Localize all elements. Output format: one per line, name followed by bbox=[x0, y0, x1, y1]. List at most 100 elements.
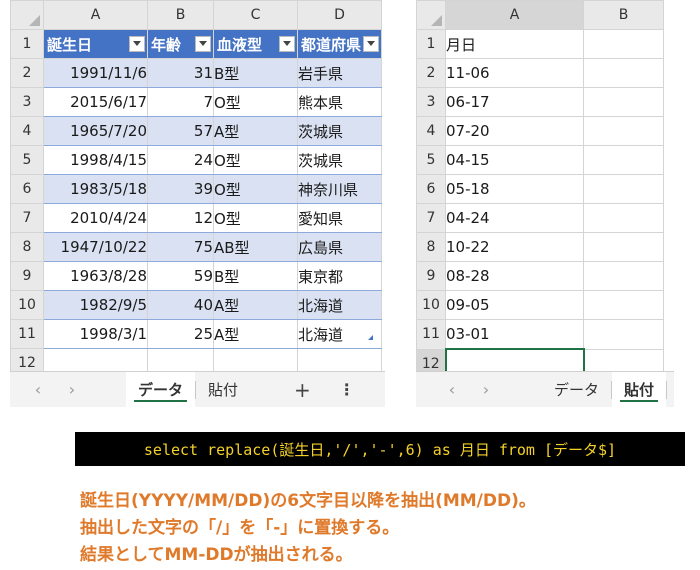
birthday-cell[interactable]: 1982/9/5 bbox=[43, 290, 148, 320]
birthday-cell[interactable]: 1963/8/28 bbox=[43, 261, 148, 291]
select-all-corner[interactable] bbox=[416, 0, 446, 30]
birthday-cell[interactable]: 2010/4/24 bbox=[43, 203, 148, 233]
column-header-d[interactable]: D bbox=[296, 0, 383, 30]
month-day-cell[interactable]: 05-18 bbox=[445, 174, 584, 204]
row-header[interactable]: 9 bbox=[10, 261, 44, 291]
select-all-corner[interactable] bbox=[10, 0, 44, 30]
row-header[interactable]: 7 bbox=[416, 203, 446, 233]
table-header-cell[interactable]: 誕生日 bbox=[43, 29, 148, 59]
row-header[interactable]: 5 bbox=[416, 145, 446, 175]
row-header[interactable]: 2 bbox=[416, 58, 446, 88]
chevron-left-icon[interactable]: ‹ bbox=[28, 380, 48, 399]
blood-type-cell[interactable]: B型 bbox=[213, 261, 298, 291]
row-header[interactable]: 11 bbox=[10, 319, 44, 349]
chevron-left-icon[interactable]: ‹ bbox=[442, 380, 462, 399]
birthday-cell[interactable]: 1965/7/20 bbox=[43, 116, 148, 146]
column-header-a[interactable]: A bbox=[43, 0, 148, 30]
blood-type-cell[interactable]: AB型 bbox=[213, 232, 298, 262]
table-header-cell[interactable]: 血液型 bbox=[213, 29, 298, 59]
chevron-right-icon[interactable]: › bbox=[476, 380, 496, 399]
month-day-cell[interactable]: 03-01 bbox=[445, 319, 584, 350]
cell[interactable] bbox=[583, 145, 664, 175]
cell[interactable] bbox=[583, 261, 664, 291]
row-header[interactable]: 1 bbox=[416, 29, 446, 59]
row-header[interactable]: 8 bbox=[10, 232, 44, 262]
row-header[interactable]: 9 bbox=[416, 261, 446, 291]
row-header[interactable]: 5 bbox=[10, 145, 44, 175]
prefecture-cell[interactable]: 北海道 bbox=[296, 319, 383, 349]
age-cell[interactable]: 39 bbox=[147, 174, 214, 204]
month-day-cell[interactable]: 04-24 bbox=[445, 203, 584, 233]
blood-type-cell[interactable]: O型 bbox=[213, 203, 298, 233]
cell[interactable] bbox=[583, 290, 664, 320]
blood-type-cell[interactable]: A型 bbox=[213, 319, 298, 349]
row-header[interactable]: 8 bbox=[416, 232, 446, 262]
result-header-cell[interactable]: 月日 bbox=[445, 29, 584, 59]
prefecture-cell[interactable]: 茨城県 bbox=[296, 145, 383, 175]
add-sheet-button[interactable]: + bbox=[282, 378, 323, 402]
age-cell[interactable]: 40 bbox=[147, 290, 214, 320]
month-day-cell[interactable]: 07-20 bbox=[445, 116, 584, 146]
cell[interactable] bbox=[583, 232, 664, 262]
filter-dropdown-icon[interactable] bbox=[363, 36, 380, 52]
blood-type-cell[interactable]: A型 bbox=[213, 116, 298, 146]
prefecture-cell[interactable]: 北海道 bbox=[296, 290, 383, 320]
prefecture-cell[interactable]: 神奈川県 bbox=[296, 174, 383, 204]
month-day-cell[interactable]: 11-06 bbox=[445, 58, 584, 88]
blood-type-cell[interactable]: O型 bbox=[213, 145, 298, 175]
row-header[interactable]: 10 bbox=[10, 290, 44, 320]
age-cell[interactable]: 24 bbox=[147, 145, 214, 175]
table-header-cell[interactable]: 都道府県 bbox=[296, 29, 383, 59]
tab-data[interactable]: データ bbox=[126, 372, 196, 407]
age-cell[interactable]: 57 bbox=[147, 116, 214, 146]
month-day-cell[interactable]: 04-15 bbox=[445, 145, 584, 175]
prefecture-cell[interactable]: 東京都 bbox=[296, 261, 383, 291]
blood-type-cell[interactable]: B型 bbox=[213, 58, 298, 88]
age-cell[interactable]: 25 bbox=[147, 319, 214, 349]
blood-type-cell[interactable]: O型 bbox=[213, 174, 298, 204]
row-header[interactable]: 3 bbox=[10, 87, 44, 117]
age-cell[interactable]: 59 bbox=[147, 261, 214, 291]
age-cell[interactable]: 31 bbox=[147, 58, 214, 88]
column-header-b[interactable]: B bbox=[147, 0, 214, 30]
table-header-cell[interactable]: 年齢 bbox=[147, 29, 214, 59]
birthday-cell[interactable]: 1947/10/22 bbox=[43, 232, 148, 262]
prefecture-cell[interactable]: 愛知県 bbox=[296, 203, 383, 233]
tab-data[interactable]: データ bbox=[542, 372, 611, 407]
cell[interactable] bbox=[583, 29, 664, 59]
cell[interactable] bbox=[583, 58, 664, 88]
month-day-cell[interactable]: 08-28 bbox=[445, 261, 584, 291]
row-header[interactable]: 3 bbox=[416, 87, 446, 117]
age-cell[interactable]: 12 bbox=[147, 203, 214, 233]
age-cell[interactable]: 7 bbox=[147, 87, 214, 117]
cell[interactable] bbox=[583, 174, 664, 204]
age-cell[interactable]: 75 bbox=[147, 232, 214, 262]
birthday-cell[interactable]: 2015/6/17 bbox=[43, 87, 148, 117]
row-header[interactable]: 6 bbox=[416, 174, 446, 204]
row-header[interactable]: 1 bbox=[10, 29, 44, 59]
column-header-a[interactable]: A bbox=[445, 0, 584, 30]
cell[interactable] bbox=[583, 116, 664, 146]
month-day-cell[interactable]: 09-05 bbox=[445, 290, 584, 320]
tab-paste[interactable]: 貼付 bbox=[612, 372, 667, 407]
column-header-b[interactable]: B bbox=[583, 0, 664, 30]
row-header[interactable]: 4 bbox=[416, 116, 446, 146]
cell[interactable] bbox=[583, 319, 664, 350]
month-day-cell[interactable]: 10-22 bbox=[445, 232, 584, 262]
row-header[interactable]: 4 bbox=[10, 116, 44, 146]
month-day-cell[interactable]: 06-17 bbox=[445, 87, 584, 117]
tab-paste[interactable]: 貼付 bbox=[196, 372, 250, 407]
birthday-cell[interactable]: 1983/5/18 bbox=[43, 174, 148, 204]
prefecture-cell[interactable]: 茨城県 bbox=[296, 116, 383, 146]
filter-dropdown-icon[interactable] bbox=[195, 36, 211, 52]
column-header-c[interactable]: C bbox=[213, 0, 298, 30]
row-header[interactable]: 10 bbox=[416, 290, 446, 320]
filter-dropdown-icon[interactable] bbox=[279, 36, 295, 52]
row-header[interactable]: 6 bbox=[10, 174, 44, 204]
row-header[interactable]: 11 bbox=[416, 319, 446, 350]
prefecture-cell[interactable]: 熊本県 bbox=[296, 87, 383, 117]
row-header[interactable]: 2 bbox=[10, 58, 44, 88]
cell[interactable] bbox=[583, 203, 664, 233]
birthday-cell[interactable]: 1998/4/15 bbox=[43, 145, 148, 175]
birthday-cell[interactable]: 1998/3/1 bbox=[43, 319, 148, 349]
